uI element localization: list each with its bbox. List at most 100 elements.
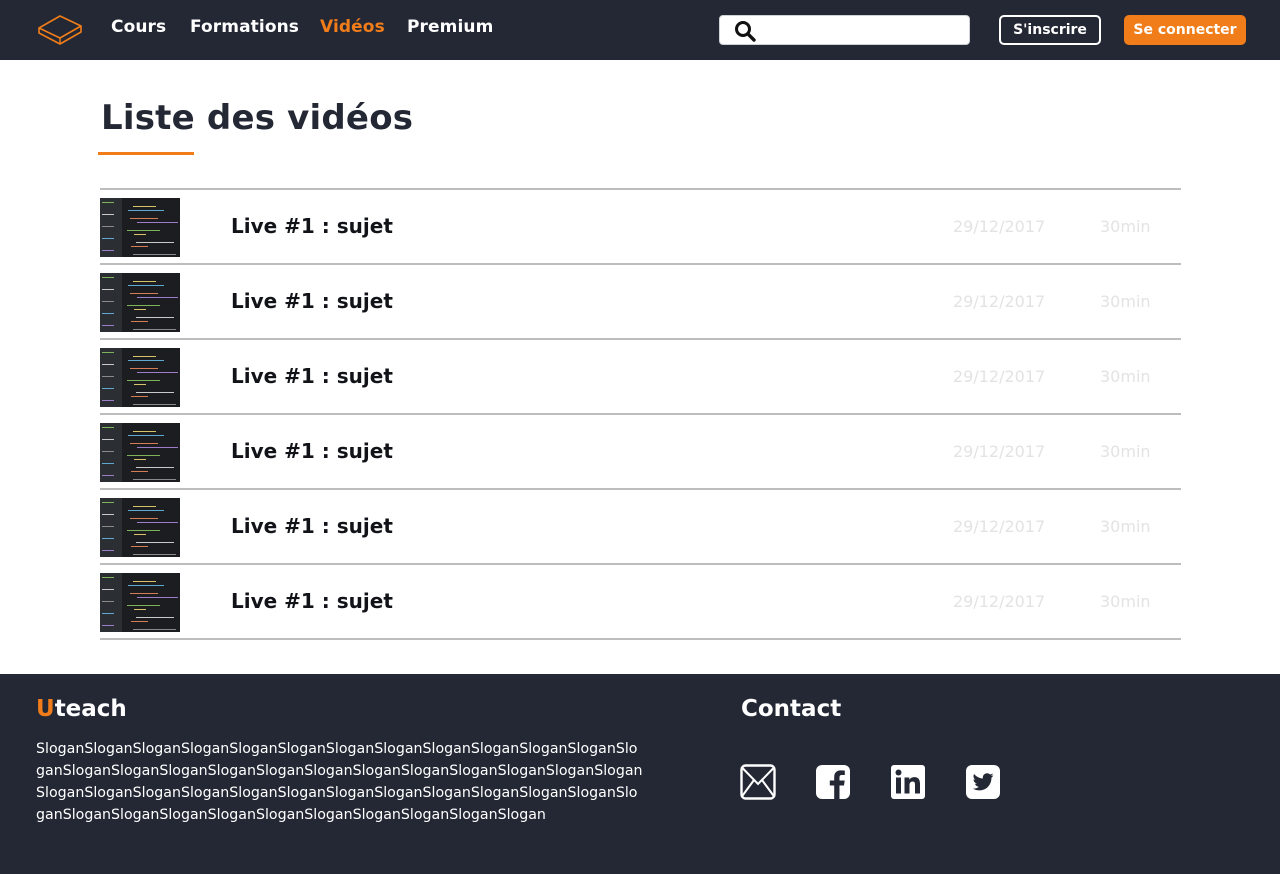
thumbnail-sidebar xyxy=(100,498,122,557)
thumbnail-code-line xyxy=(102,475,114,476)
video-row[interactable]: Live #1 : sujet 29/12/2017 30min xyxy=(100,490,1181,565)
thumbnail-code-line xyxy=(102,238,114,239)
thumbnail-code-line xyxy=(102,289,114,290)
thumbnail-sidebar xyxy=(100,423,122,482)
thumbnail-code-line xyxy=(102,226,114,227)
mail-icon[interactable] xyxy=(740,764,776,800)
thumbnail-code-line xyxy=(102,526,114,527)
thumbnail-code-line xyxy=(134,234,146,235)
thumbnail-code-line xyxy=(102,538,114,539)
thumbnail-sidebar xyxy=(100,348,122,407)
thumbnail-code-line xyxy=(133,581,156,582)
video-duration: 30min xyxy=(1100,292,1151,311)
thumbnail-code-line xyxy=(131,321,148,322)
thumbnail-code-line xyxy=(136,392,174,393)
thumbnail-code-line xyxy=(102,376,114,377)
thumbnail-code-line xyxy=(102,502,114,503)
thumbnail-code-line xyxy=(102,589,114,590)
thumbnail-code-line xyxy=(128,585,164,586)
thumbnail-code-line xyxy=(130,443,158,444)
thumbnail-code-line xyxy=(130,593,158,594)
video-date: 29/12/2017 xyxy=(953,592,1046,611)
footer-brand: Uteach xyxy=(36,696,127,722)
thumbnail-code-line xyxy=(102,277,114,278)
thumbnail-code-line xyxy=(133,431,156,432)
video-row[interactable]: Live #1 : sujet 29/12/2017 30min xyxy=(100,190,1181,265)
nav-link-formations[interactable]: Formations xyxy=(190,17,299,37)
video-date: 29/12/2017 xyxy=(953,517,1046,536)
video-row[interactable]: Live #1 : sujet 29/12/2017 30min xyxy=(100,565,1181,640)
video-thumbnail[interactable] xyxy=(100,498,180,557)
thumbnail-code-line xyxy=(133,554,176,555)
thumbnail-code-line xyxy=(134,384,146,385)
thumbnail-code-line xyxy=(133,506,156,507)
footer: Uteach SloganSloganSloganSloganSloganSlo… xyxy=(0,674,1280,874)
thumbnail-code-line xyxy=(128,360,164,361)
search-box xyxy=(719,15,970,45)
thumbnail-code-line xyxy=(133,356,156,357)
thumbnail-code-line xyxy=(102,601,114,602)
linkedin-icon[interactable] xyxy=(890,764,926,800)
footer-slogan: SloganSloganSloganSloganSloganSloganSlog… xyxy=(36,741,643,823)
thumbnail-code-line xyxy=(102,514,114,515)
thumbnail-code-line xyxy=(137,372,178,373)
thumbnail-code-line xyxy=(133,206,156,207)
thumbnail-sidebar xyxy=(100,198,122,257)
video-thumbnail[interactable] xyxy=(100,423,180,482)
video-thumbnail[interactable] xyxy=(100,198,180,257)
nav-link-cours[interactable]: Cours xyxy=(111,17,166,37)
facebook-icon[interactable] xyxy=(815,764,851,800)
video-duration: 30min xyxy=(1100,442,1151,461)
thumbnail-code-line xyxy=(133,479,176,480)
search-input[interactable] xyxy=(764,18,964,42)
thumbnail-code-line xyxy=(128,510,164,511)
thumbnail-code-line xyxy=(127,305,160,306)
login-button[interactable]: Se connecter xyxy=(1124,15,1246,45)
thumbnail-code-line xyxy=(128,210,164,211)
video-title[interactable]: Live #1 : sujet xyxy=(231,214,393,238)
video-title[interactable]: Live #1 : sujet xyxy=(231,439,393,463)
thumbnail-code-line xyxy=(130,218,158,219)
thumbnail-code-line xyxy=(136,242,174,243)
thumbnail-code-line xyxy=(102,451,114,452)
video-row[interactable]: Live #1 : sujet 29/12/2017 30min xyxy=(100,265,1181,340)
thumbnail-code-line xyxy=(102,388,114,389)
thumbnail-code-line xyxy=(131,246,148,247)
nav-link-videos[interactable]: Vidéos xyxy=(320,17,385,37)
video-date: 29/12/2017 xyxy=(953,367,1046,386)
video-row[interactable]: Live #1 : sujet 29/12/2017 30min xyxy=(100,340,1181,415)
thumbnail-code-line xyxy=(102,325,114,326)
thumbnail-code-line xyxy=(102,550,114,551)
signup-button[interactable]: S'inscrire xyxy=(999,15,1101,45)
video-title[interactable]: Live #1 : sujet xyxy=(231,364,393,388)
thumbnail-code-line xyxy=(130,368,158,369)
video-title[interactable]: Live #1 : sujet xyxy=(231,514,393,538)
page-title: Liste des vidéos xyxy=(101,98,414,138)
video-title[interactable]: Live #1 : sujet xyxy=(231,589,393,613)
navbar: Cours Formations Vidéos Premium S'inscri… xyxy=(0,0,1280,60)
thumbnail-code-line xyxy=(134,309,146,310)
video-thumbnail[interactable] xyxy=(100,273,180,332)
thumbnail-code-line xyxy=(137,447,178,448)
thumbnail-code-line xyxy=(137,297,178,298)
logo-icon[interactable] xyxy=(36,12,84,48)
thumbnail-code-line xyxy=(133,281,156,282)
nav-link-premium[interactable]: Premium xyxy=(407,17,493,37)
video-thumbnail[interactable] xyxy=(100,348,180,407)
thumbnail-code-line xyxy=(127,380,160,381)
search-icon[interactable] xyxy=(734,20,756,42)
video-title[interactable]: Live #1 : sujet xyxy=(231,289,393,313)
thumbnail-code-line xyxy=(102,625,114,626)
thumbnail-code-line xyxy=(131,396,148,397)
twitter-icon[interactable] xyxy=(965,764,1001,800)
video-date: 29/12/2017 xyxy=(953,292,1046,311)
thumbnail-code-line xyxy=(131,546,148,547)
video-row[interactable]: Live #1 : sujet 29/12/2017 30min xyxy=(100,415,1181,490)
thumbnail-code-line xyxy=(131,621,148,622)
thumbnail-code-line xyxy=(134,609,146,610)
video-duration: 30min xyxy=(1100,517,1151,536)
thumbnail-code-line xyxy=(137,222,178,223)
thumbnail-code-line xyxy=(127,455,160,456)
video-thumbnail[interactable] xyxy=(100,573,180,632)
thumbnail-code-line xyxy=(133,254,176,255)
